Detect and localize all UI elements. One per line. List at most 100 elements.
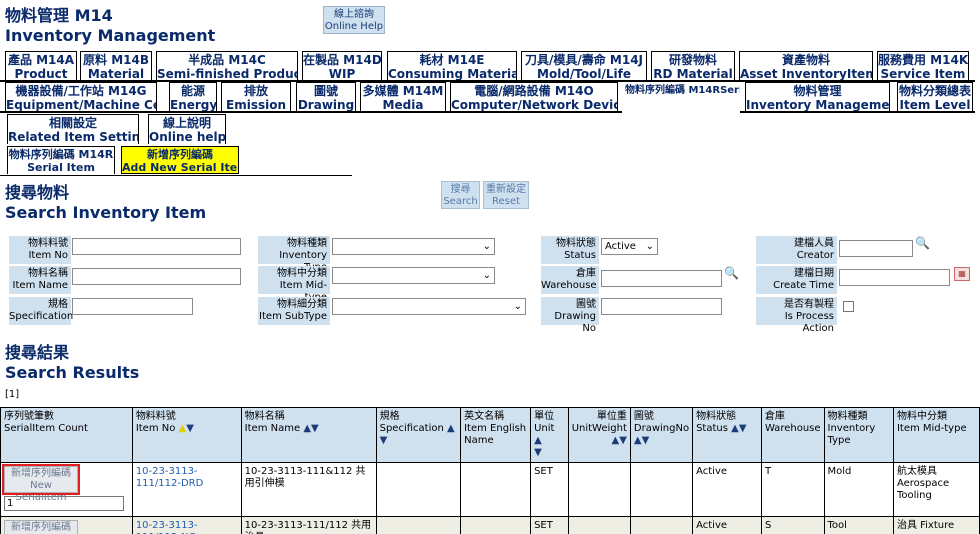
status-select[interactable]: Active ⌄ [601,238,658,255]
item-no-link[interactable]: 10-23-3113-111/112-DRD [136,466,204,489]
tab-equipment[interactable]: 機器設備/工作站 M14G Equipment/Machine Cell [5,82,157,112]
online-help-button[interactable]: 線上諮詢 Online Help [323,6,385,34]
item-no-input[interactable] [72,238,241,255]
creator-label: 建檔人員 Creator [756,236,837,264]
tab-product[interactable]: 產品 M14A Product [5,51,77,81]
drawing-no-input[interactable] [601,298,722,315]
status-label: 物料狀態 Status [541,236,599,264]
tab-row-3: 相關設定 Related Item Setting 線上說明 Online help [0,114,980,144]
col-header-mid-type: 物料中分類 Item Mid-type [892,407,980,463]
results-title: 搜尋結果 Search Results [5,343,139,383]
results-title-en: Search Results [5,363,140,382]
inventory-type-cell: Tool [823,516,894,534]
sort-asc-icon: ▲ [447,423,455,434]
sort-desc-icon: ▼ [534,447,542,458]
col-header-item-no[interactable]: 物料料號 Item No ▲▼ [131,407,242,463]
warehouse-cell: S [760,516,825,534]
col-header-item-name[interactable]: 物料名稱 Item Name ▲▼ [240,407,377,463]
sort-icon: ▲▼ [303,423,319,434]
col-header-spec[interactable]: 規格 Specification ▲ ▼ [375,407,462,463]
col-header-unit[interactable]: 單位 Unit ▲ ▼ [530,407,569,463]
inventory-type-cell: Mold [823,462,894,517]
tab-service-item[interactable]: 服務費用 M14K Service Item [877,51,969,81]
subtab-add-new-serial[interactable]: 新增序列編碼 Add New Serial Item [121,146,239,174]
tab-online-help[interactable]: 線上說明 Online help [148,114,226,144]
status-cell: Active [692,462,762,517]
col-header-count: 序列號筆數 SerialItem Count [0,407,133,463]
subtab-row: 物料序列編碼 M14R Serial Item 新增序列編碼 Add New Ser… [0,146,980,176]
tab-inventory-management[interactable]: 物料管理 Inventory Management [745,82,890,112]
tab-asset-inventory[interactable]: 資產物料 Asset InventoryItem [739,51,873,81]
tab-row-1: 產品 M14A Product 原料 M14B Material 半成品 M14C S… [0,51,980,81]
mid-type-label: 物料中分類Item Mid-type [258,266,330,303]
table-row: 新增序列編碼 New SerialItem 1 10-23-3113-111/11… [0,462,980,517]
tab-material[interactable]: 原料 M14B Material [80,51,152,81]
new-serial-item-button[interactable]: 新增序列編碼New SerialItem [4,520,78,534]
drawing-no-cell [629,462,694,517]
tab-related-setting[interactable]: 相關設定 Related Item Setting [7,114,139,144]
results-table: 序列號筆數 SerialItem Count 物料料號 Item No ▲▼ 物料名… [0,407,980,534]
warehouse-search-icon[interactable]: 🔍 [724,266,739,280]
chevron-down-icon: ⌄ [645,241,654,252]
col-header-english-name: 英文名稱 Item English Name [460,407,532,463]
chevron-down-icon: ⌄ [482,241,491,252]
tab-media[interactable]: 多媒體 M14M Media [360,82,446,112]
tab-drawing[interactable]: 圖號 Drawing [296,82,356,112]
mid-type-select[interactable]: ⌄ [332,267,495,284]
tab-emission[interactable]: 排放 Emission [221,82,291,112]
unit-weight-cell [567,462,631,517]
new-serial-item-button[interactable]: 新增序列編碼New SerialItem [2,464,80,503]
tab-row-2-divider-left [0,111,622,113]
item-no-cell[interactable]: 10-23-3113-111/112-NC [131,516,242,534]
creator-search-icon[interactable]: 🔍 [915,236,930,250]
search-button[interactable]: 搜尋 Search [441,181,480,209]
reset-button[interactable]: 重新設定 Reset [483,181,529,209]
subtab-serial-item[interactable]: 物料序列編碼 M14R Serial Item [7,146,115,174]
chevron-down-icon: ⌄ [513,301,522,312]
spec-cell [375,516,462,534]
results-title-zh: 搜尋結果 [5,343,70,362]
subtab-divider [0,175,352,176]
tab-serial-item[interactable]: 物料序列編碼 M14RSerial Item [622,82,740,99]
tab-mold-tool[interactable]: 刀具/模具/壽命 M14J Mold/Tool/Life [521,51,647,81]
search-title: 搜尋物料 Search Inventory Item [5,183,206,223]
tab-wip[interactable]: 在製品 M14D WIP [302,51,382,81]
item-no-link[interactable]: 10-23-3113-111/112-NC [136,520,198,534]
col-header-drawing-no[interactable]: 圖號 DrawingNo ▲▼ [629,407,694,463]
sort-desc-icon: ▼ [186,423,194,434]
sub-type-label: 物料細分類 Item SubType [258,297,330,325]
sub-type-select[interactable]: ⌄ [332,298,526,315]
creator-input[interactable] [839,240,913,257]
tab-semi-finished[interactable]: 半成品 M14C Semi-finished Product [156,51,298,81]
page-title-en: Inventory Management [5,26,216,45]
calendar-icon[interactable]: ▦ [954,267,970,281]
table-row: 新增序列編碼New SerialItem 10-23-3113-111/112-… [0,516,980,534]
tab-row-2: 機器設備/工作站 M14G Equipment/Machine Cell 能源 En… [0,82,980,112]
col-header-unit-weight[interactable]: 單位重 UnitWeight ▲▼ [567,407,631,463]
process-checkbox[interactable] [843,301,854,312]
unit-cell: SET [530,516,569,534]
item-no-cell[interactable]: 10-23-3113-111/112-DRD [131,462,242,517]
spec-input[interactable] [72,298,193,315]
tab-energy[interactable]: 能源 Energy [169,82,217,112]
chevron-down-icon: ⌄ [482,270,491,281]
item-name-input[interactable] [72,268,241,285]
spec-label: 規格 Specification [9,297,73,325]
mid-type-cell: 航太模具 Aerospace Tooling [892,462,980,517]
drawing-no-cell [629,516,694,534]
tab-consuming-material[interactable]: 耗材 M14E Consuming Material [387,51,517,81]
create-time-input[interactable] [839,269,950,286]
inventory-type-select[interactable]: ⌄ [332,238,495,255]
pager[interactable]: [1] [5,389,19,400]
status-cell: Active [692,516,762,534]
item-name-cell: 10-23-3113-111&112 共用引伸模 [240,462,377,517]
tab-rd-material[interactable]: 研發物料 RD Material [651,51,735,81]
col-header-inventory-type: 物料種類 Inventory Type [823,407,894,463]
tab-computer-network[interactable]: 電腦/網路設備 M14O Computer/Network Device [450,82,618,112]
page-title-zh: 物料管理 M14 [5,6,113,25]
warehouse-cell: T [760,462,825,517]
col-header-status[interactable]: 物料狀態 Status ▲▼ [692,407,762,463]
warehouse-input[interactable] [601,270,722,287]
tab-item-level[interactable]: 物料分類總表 Item Level [897,82,973,112]
tab-row-2-divider-right [740,111,975,113]
